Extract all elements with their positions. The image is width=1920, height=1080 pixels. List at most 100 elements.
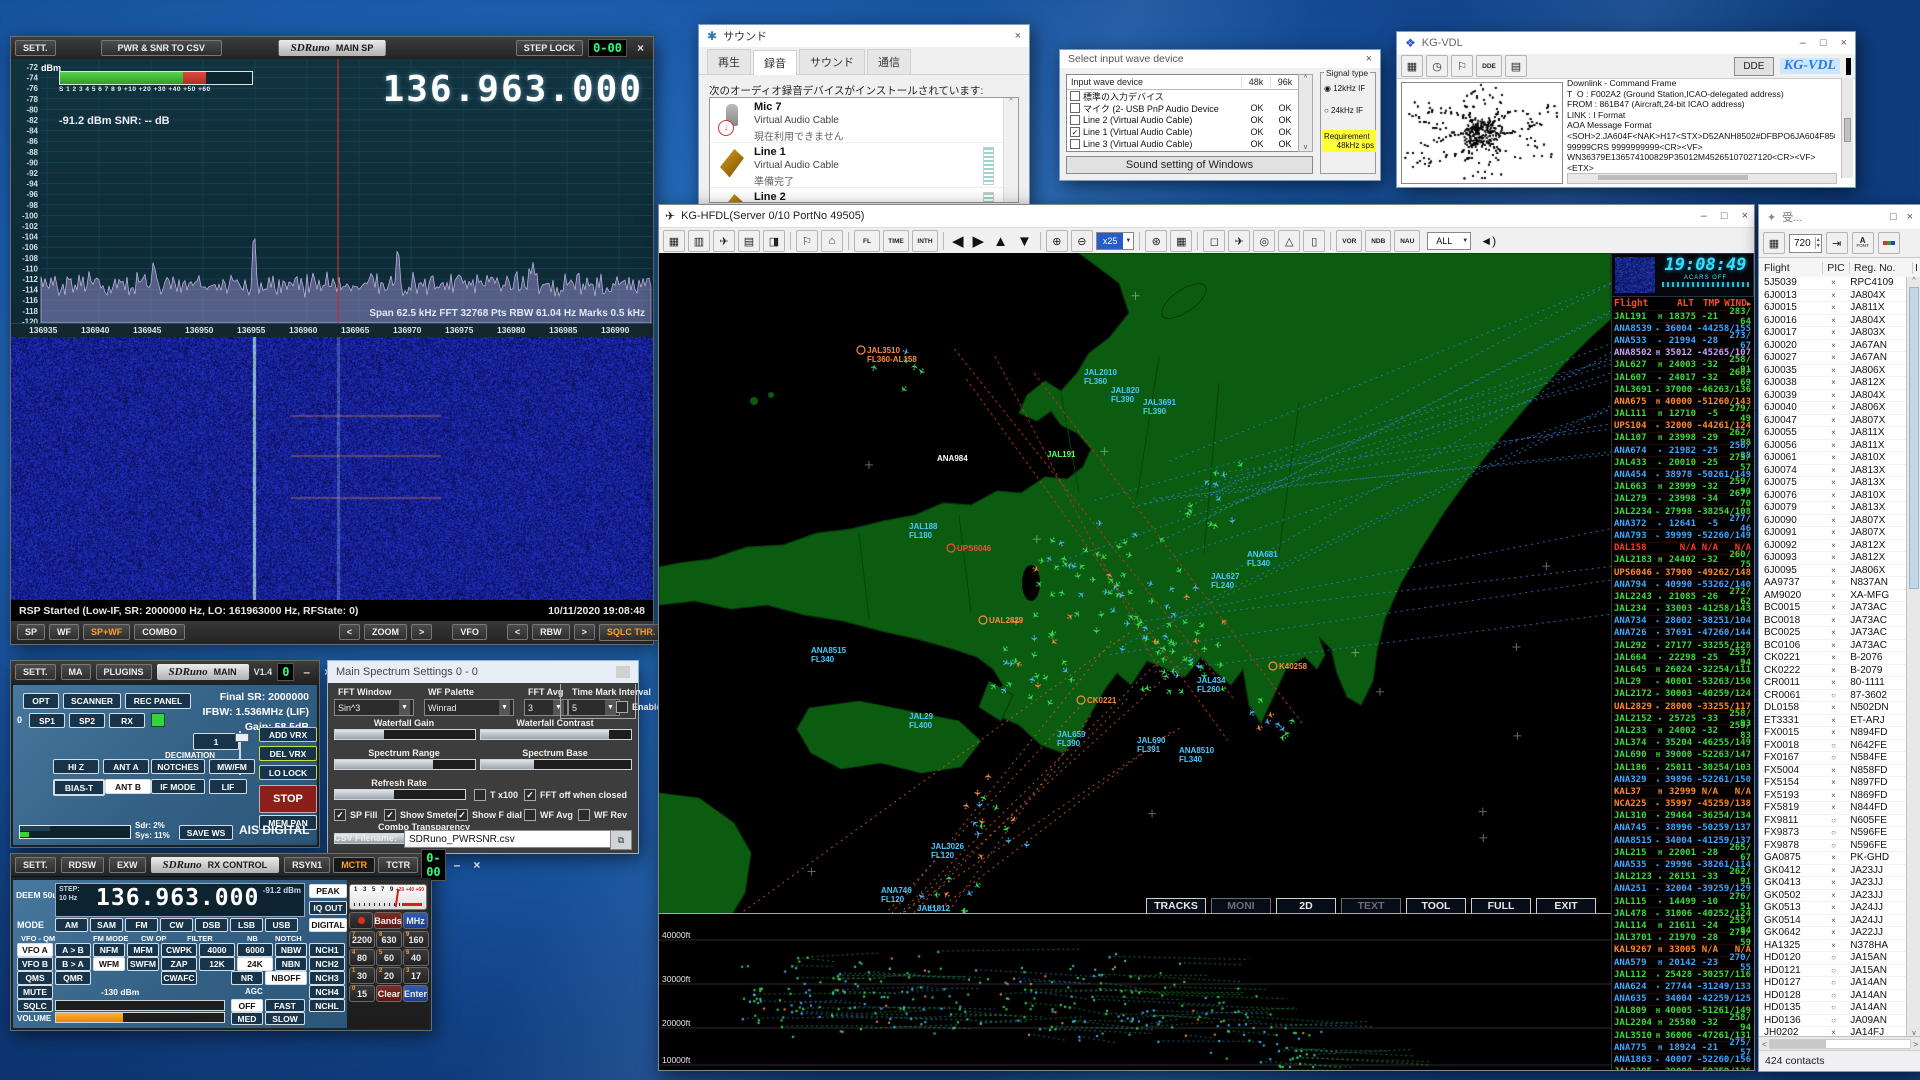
rx-nch3-button[interactable]: NCH3 <box>309 971 345 985</box>
rx-rdsw-button[interactable]: RDSW <box>61 857 105 873</box>
settings-slider-4[interactable] <box>334 789 466 800</box>
flight-row[interactable]: ANA372▸12641-5277/ 46 <box>1612 518 1754 530</box>
contacts-close-button[interactable]: × <box>1907 211 1913 223</box>
contact-row[interactable]: 6J0095×JA806X <box>1759 565 1907 578</box>
contacts-log-icon[interactable]: ▦ <box>1763 232 1785 254</box>
rx-bands-button[interactable]: Bands <box>374 912 402 929</box>
contact-row[interactable]: 6J0038×JA812X <box>1759 377 1907 390</box>
flight-row[interactable]: ANA533▸21994-28273/ 67 <box>1612 335 1754 347</box>
hfdl-triangle-icon[interactable]: △ <box>1278 230 1300 252</box>
contact-row[interactable]: CK0222×B-2079 <box>1759 665 1907 678</box>
map-button-tracks[interactable]: TRACKS <box>1146 898 1206 913</box>
wave-close-button[interactable]: × <box>1366 53 1372 65</box>
rx-peak-button[interactable]: PEAK <box>309 884 347 898</box>
wave-scrollbar[interactable]: ^v <box>1298 74 1313 152</box>
wave-row-checkbox[interactable] <box>1070 103 1080 113</box>
contact-row[interactable]: 6J0017×JA803X <box>1759 327 1907 340</box>
contact-row[interactable]: 6J0061×JA810X <box>1759 452 1907 465</box>
flight-row[interactable]: ANA579H20142-23270/ 55 <box>1612 957 1754 969</box>
main-notches-button[interactable]: NOTCHES <box>151 759 205 774</box>
flight-row[interactable]: ANA624▾27744-31249/133 <box>1612 981 1754 993</box>
flight-row[interactable]: JAL645H26024-32254/111 <box>1612 664 1754 676</box>
settings-enable-check[interactable]: Enable <box>616 701 662 713</box>
flight-row[interactable]: JAL2243▴21085-26272/ 62 <box>1612 591 1754 603</box>
sound-close-button[interactable]: × <box>1015 30 1021 42</box>
contacts-vscrollbar[interactable]: ^ v <box>1906 277 1920 1037</box>
sound-scrollbar[interactable]: ^ <box>1003 98 1018 202</box>
contact-row[interactable]: 6J0074×JA813X <box>1759 465 1907 478</box>
rx-usb-button[interactable]: USB <box>265 918 298 932</box>
contacts-header[interactable]: FlightPICReg. No.I <box>1759 258 1920 279</box>
rx-nbn-button[interactable]: NBN <box>275 957 307 971</box>
rsyn1-button[interactable]: RSYN1 <box>284 857 330 873</box>
contact-row[interactable]: 6J0076×JA810X <box>1759 490 1907 503</box>
rx-band-key-40[interactable]: 406 <box>403 949 429 966</box>
hfdl-text-inth-icon[interactable]: INTH <box>912 230 938 252</box>
sp-bottom-button-combo[interactable]: COMBO <box>134 624 185 640</box>
flight-row[interactable]: UPS6046▸37900-49262/148 <box>1612 567 1754 579</box>
main-hiz-button[interactable]: HI Z <box>53 759 99 774</box>
wave-radio-12k[interactable]: ◉ 12kHz IF <box>1324 84 1365 93</box>
contact-row[interactable]: CR0061○87-3602 <box>1759 690 1907 703</box>
hfdl-range-rings-icon[interactable]: ◎ <box>1253 230 1275 252</box>
rx-ab-button[interactable]: A > B <box>55 943 91 957</box>
contact-row[interactable]: 6J0039×JA804X <box>1759 390 1907 403</box>
contact-row[interactable]: 6J0035×JA806X <box>1759 365 1907 378</box>
spinner-down-icon[interactable]: ▼ <box>1816 243 1821 249</box>
sp-bottom-button-sp[interactable]: SP <box>17 624 45 640</box>
main-biast-button[interactable]: BIAS-T <box>53 779 105 796</box>
contact-row[interactable]: 6J0015×JA811X <box>1759 302 1907 315</box>
vdl-log-icon[interactable]: ▤ <box>1505 55 1527 77</box>
contact-row[interactable]: FX9811○N605FE <box>1759 815 1907 828</box>
main-ma-button[interactable]: MA <box>61 664 91 680</box>
rx-band-key-80[interactable]: 804 <box>349 949 375 966</box>
flight-row[interactable]: ANA745▸38996-50259/137 <box>1612 823 1754 835</box>
contact-row[interactable]: HD0120○JA15AN <box>1759 952 1907 965</box>
wave-device-row[interactable]: 標準の入力デバイス <box>1067 90 1299 102</box>
flight-row[interactable]: KAL37H32999N/AN/A <box>1612 786 1754 798</box>
main-delvrx-button[interactable]: DEL VRX <box>259 746 317 761</box>
contact-row[interactable]: HD0135○JA14AN <box>1759 1002 1907 1015</box>
sp-bottom-button-[interactable]: < <box>507 624 528 640</box>
rx-ba-button[interactable]: B > A <box>55 957 91 971</box>
ct-head-pic[interactable]: PIC <box>1823 262 1850 274</box>
spectrum-display[interactable]: -72-74-76-78-80-82-84-86-88-90-92-94-96-… <box>11 59 653 323</box>
contact-row[interactable]: 6J0047×JA807X <box>1759 415 1907 428</box>
wave-device-row[interactable]: ✓Line 1 (Virtual Audio Cable)OKOK <box>1067 126 1299 138</box>
hfdl-navaid-vor-icon[interactable]: VOR <box>1336 230 1362 252</box>
hfdl-planes-icon[interactable]: ✈ <box>1228 230 1250 252</box>
dde-button[interactable]: DDE <box>1734 57 1774 76</box>
settings-titlebar[interactable]: Main Spectrum Settings 0 - 0 <box>328 661 638 683</box>
hfdl-home-icon[interactable]: ⌂ <box>821 230 843 252</box>
contact-row[interactable]: HD0136○JA09AN <box>1759 1015 1907 1028</box>
flight-row[interactable]: JAL2183H24402-32260/ 75 <box>1612 555 1754 567</box>
contact-row[interactable]: 6J0092×JA812X <box>1759 540 1907 553</box>
contact-row[interactable]: 6J0079×JA813X <box>1759 502 1907 515</box>
contact-row[interactable]: FX9873○N596FE <box>1759 827 1907 840</box>
main-stop-button[interactable]: STOP <box>259 785 317 813</box>
contacts-count-spinner[interactable]: 720 <box>1790 238 1815 249</box>
flight-row[interactable]: JAL3691▸37000-46263/136 <box>1612 384 1754 396</box>
wave-device-row[interactable]: Line 3 (Virtual Audio Cable)OKOK <box>1067 138 1299 150</box>
wave-row-checkbox[interactable] <box>1070 115 1080 125</box>
rx-fast-button[interactable]: FAST <box>265 999 305 1012</box>
pan-arrow-icon-1[interactable]: ▶ <box>970 232 988 250</box>
sp-titlebar[interactable]: SETT. PWR & SNR TO CSV SDRunoMAIN SP STE… <box>11 37 653 60</box>
contact-row[interactable]: GK0514×JA24JJ <box>1759 915 1907 928</box>
sp-bottom-button-wf[interactable]: WF <box>49 624 79 640</box>
hfdl-aircraft-list-icon[interactable]: ✈ <box>713 230 735 252</box>
sp-sett-button[interactable]: SETT. <box>15 40 56 56</box>
hfdl-navaid-ndb-icon[interactable]: NDB <box>1365 230 1391 252</box>
main-sp2-button[interactable]: SP2 <box>69 713 105 728</box>
rx-swfm-button[interactable]: SWFM <box>127 957 159 971</box>
rx-nfm-button[interactable]: NFM <box>93 943 125 957</box>
contact-row[interactable]: FX0167○N584FE <box>1759 752 1907 765</box>
contact-row[interactable]: ET3331×ET-ARJ <box>1759 715 1907 728</box>
sound-tab-3[interactable]: 通信 <box>867 49 911 74</box>
contact-row[interactable]: 6J0056×JA811X <box>1759 440 1907 453</box>
wave-titlebar[interactable]: Select input wave device × <box>1060 50 1380 68</box>
main-addvrx-button[interactable]: ADD VRX <box>259 727 317 742</box>
hfdl-grid-icon[interactable]: ▦ <box>663 230 685 252</box>
contact-row[interactable]: BC0025×JA73AC <box>1759 627 1907 640</box>
contact-row[interactable]: 6J0040×JA806X <box>1759 402 1907 415</box>
